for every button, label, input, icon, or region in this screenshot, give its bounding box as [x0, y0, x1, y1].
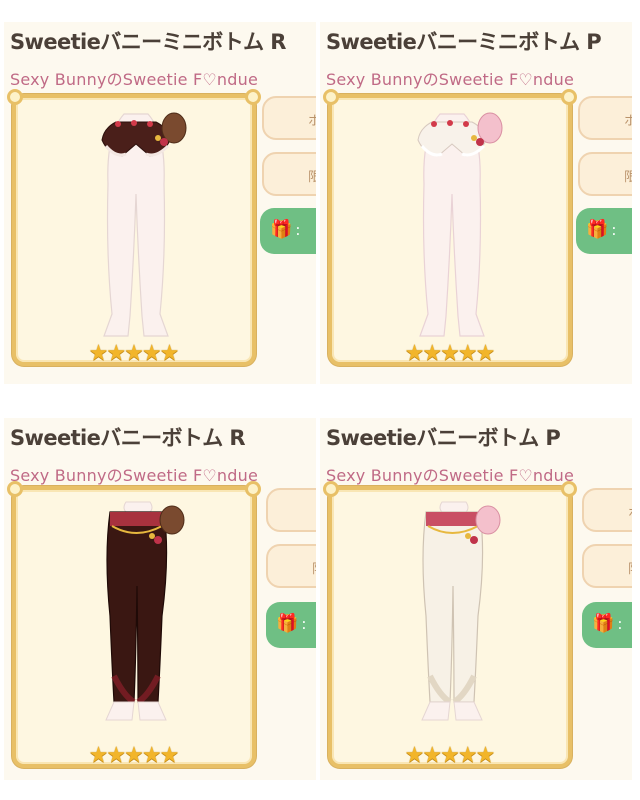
gift-button[interactable]: 🎁:: [576, 208, 632, 254]
item-set-name: Sexy BunnyのSweetie F♡ndue: [326, 70, 575, 89]
item-preview-image: [421, 501, 501, 721]
gift-label: :: [611, 220, 617, 239]
item-preview-image: [101, 112, 187, 337]
gift-button[interactable]: 🎁:: [266, 602, 316, 648]
gift-icon: 🎁: [592, 613, 615, 634]
item-preview-frame[interactable]: ★★★★★: [7, 89, 261, 366]
item-card-3: Sweetieバニーボトム P Sexy BunnyのSweetie F♡ndu…: [320, 418, 632, 780]
item-set-name: Sexy BunnyのSweetie F♡ndue: [10, 70, 259, 89]
gift-icon: 🎁: [270, 219, 293, 240]
item-preview-image: [417, 112, 503, 337]
item-card-2: Sweetieバニーボトム R Sexy BunnyのSweetie F♡ndu…: [4, 418, 316, 780]
item-title: Sweetieバニーボトム P: [326, 426, 561, 450]
item-preview-frame[interactable]: ★★★★★: [323, 481, 577, 768]
rarity-stars: ★★★★★: [16, 343, 252, 365]
gift-button[interactable]: 🎁:: [582, 602, 632, 648]
star-icon: ★: [475, 743, 496, 768]
side-button-1[interactable]: 限: [262, 152, 316, 196]
side-button-1[interactable]: 限: [582, 544, 632, 588]
item-set-name: Sexy BunnyのSweetie F♡ndue: [10, 466, 259, 485]
gift-label: :: [301, 614, 307, 633]
item-title: Sweetieバニーミニボトム P: [326, 30, 602, 54]
rarity-stars: ★★★★★: [16, 745, 252, 767]
rarity-stars: ★★★★★: [332, 343, 568, 365]
item-card-1: Sweetieバニーミニボトム P Sexy BunnyのSweetie F♡n…: [320, 22, 632, 384]
side-button-1[interactable]: 限: [578, 152, 632, 196]
side-button-1[interactable]: 限: [266, 544, 316, 588]
side-button-0[interactable]: [266, 488, 316, 532]
gift-label: :: [295, 220, 301, 239]
star-icon: ★: [159, 341, 180, 366]
item-preview-frame[interactable]: ★★★★★: [323, 89, 577, 366]
rarity-stars: ★★★★★: [332, 745, 568, 767]
side-button-0[interactable]: ホ: [582, 488, 632, 532]
star-icon: ★: [475, 341, 496, 366]
gift-icon: 🎁: [586, 219, 609, 240]
item-title: Sweetieバニーミニボトム R: [10, 30, 286, 54]
star-icon: ★: [159, 743, 180, 768]
item-preview-image: [105, 501, 185, 721]
item-set-name: Sexy BunnyのSweetie F♡ndue: [326, 466, 575, 485]
gift-icon: 🎁: [276, 613, 299, 634]
side-button-0[interactable]: ホ: [262, 96, 316, 140]
gift-label: :: [617, 614, 623, 633]
item-preview-frame[interactable]: ★★★★★: [7, 481, 261, 768]
item-title: Sweetieバニーボトム R: [10, 426, 246, 450]
side-button-0[interactable]: ホ: [578, 96, 632, 140]
item-card-0: Sweetieバニーミニボトム R Sexy BunnyのSweetie F♡n…: [4, 22, 316, 384]
gift-button[interactable]: 🎁:: [260, 208, 316, 254]
